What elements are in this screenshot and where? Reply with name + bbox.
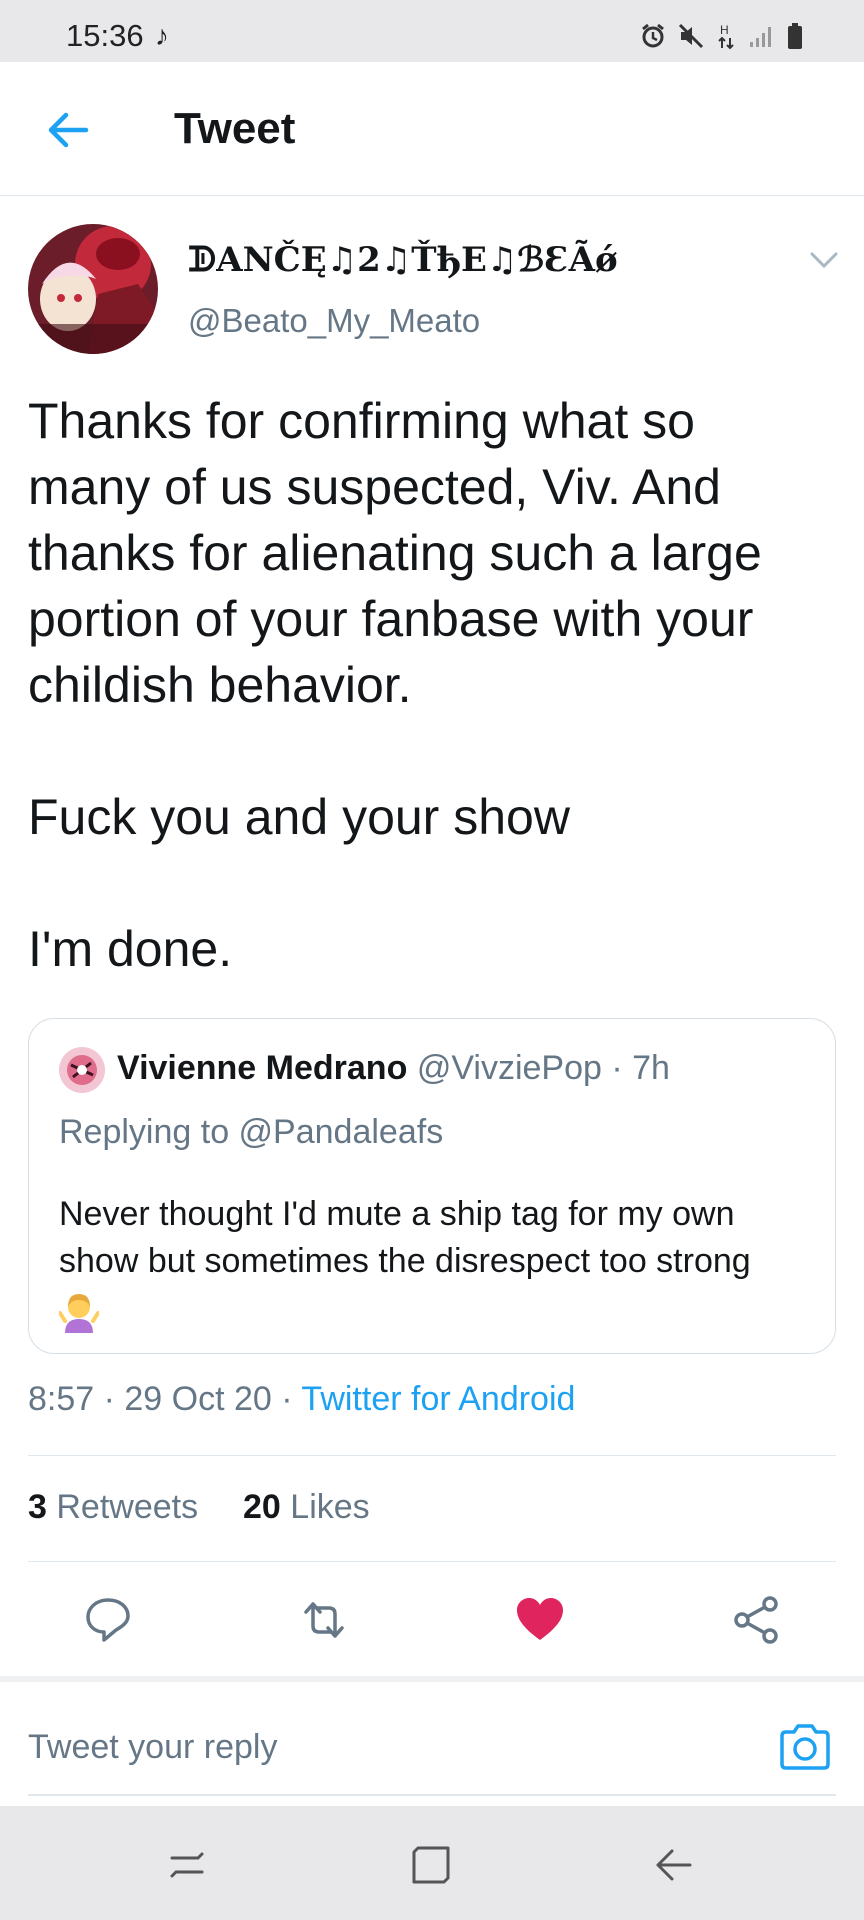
retweet-icon[interactable] <box>298 1594 350 1646</box>
status-bar: 15:36 ♪ H <box>0 0 864 62</box>
tweet-time-date: 8:57 · 29 Oct 20 · <box>28 1380 302 1418</box>
quoted-handle-time: @VivziePop · 7h <box>416 1049 670 1087</box>
retweets-count: 3 <box>28 1488 47 1526</box>
reply-icon[interactable] <box>82 1594 134 1646</box>
mute-icon <box>678 23 704 49</box>
alarm-icon <box>642 23 664 48</box>
header: Tweet <box>0 62 864 196</box>
tweet-meta: 8:57 · 29 Oct 20 · Twitter for Android <box>28 1380 575 1419</box>
system-nav-bar <box>0 1806 864 1920</box>
retweets-stat[interactable]: 3 Retweets <box>28 1488 198 1526</box>
likes-label: Likes <box>290 1488 370 1526</box>
home-icon[interactable] <box>408 1842 454 1888</box>
chevron-down-icon[interactable] <box>806 246 842 274</box>
tweet-client-link[interactable]: Twitter for Android <box>301 1380 575 1418</box>
divider <box>28 1561 836 1562</box>
avatar-image <box>28 224 158 354</box>
svg-text:H: H <box>720 23 729 37</box>
status-icons: H <box>640 22 804 50</box>
like-icon[interactable] <box>514 1594 566 1646</box>
author-handle[interactable]: @Beato_My_Meato <box>188 302 480 340</box>
woman-shrugging-emoji-icon <box>59 1294 99 1333</box>
recents-icon[interactable] <box>164 1842 210 1888</box>
reply-input[interactable]: Tweet your reply <box>28 1728 277 1767</box>
reply-bar: Tweet your reply <box>0 1676 864 1806</box>
tweet-text: Thanks for confirming what so many of us… <box>28 393 762 977</box>
tweet-stats: 3 Retweets 20 Likes <box>28 1488 370 1527</box>
reply-underline <box>28 1794 836 1796</box>
retweets-label: Retweets <box>56 1488 199 1526</box>
battery-icon <box>788 23 802 49</box>
page-title: Tweet <box>174 104 296 153</box>
back-icon[interactable] <box>650 1842 696 1888</box>
tiktok-notification-icon: ♪ <box>155 20 169 51</box>
quoted-text: Never thought I'd mute a ship tag for my… <box>59 1195 751 1280</box>
arrow-left-icon[interactable] <box>40 102 96 158</box>
likes-stat[interactable]: 20 Likes <box>243 1488 370 1526</box>
status-time: 15:36 <box>66 18 144 53</box>
author-display-name[interactable]: ᗫANČĘ♫2♫ŤђE♫ℬƐÃǿ <box>188 240 618 280</box>
signal-icon <box>750 27 771 47</box>
quoted-tweet[interactable]: Vivienne Medrano @VivziePop · 7h Replyin… <box>28 1018 836 1354</box>
tweet-actions <box>0 1582 864 1658</box>
share-icon[interactable] <box>730 1594 782 1646</box>
quoted-avatar <box>59 1047 105 1093</box>
divider <box>28 1455 836 1456</box>
camera-icon[interactable] <box>778 1722 832 1772</box>
likes-count: 20 <box>243 1488 281 1526</box>
data-icon: H <box>718 23 734 50</box>
quoted-avatar-image <box>59 1047 105 1093</box>
quoted-header: Vivienne Medrano @VivziePop · 7h <box>117 1049 670 1088</box>
avatar[interactable] <box>28 224 158 354</box>
quoted-author-name: Vivienne Medrano <box>117 1049 408 1087</box>
quoted-replying-to: Replying to @Pandaleafs <box>59 1113 444 1151</box>
